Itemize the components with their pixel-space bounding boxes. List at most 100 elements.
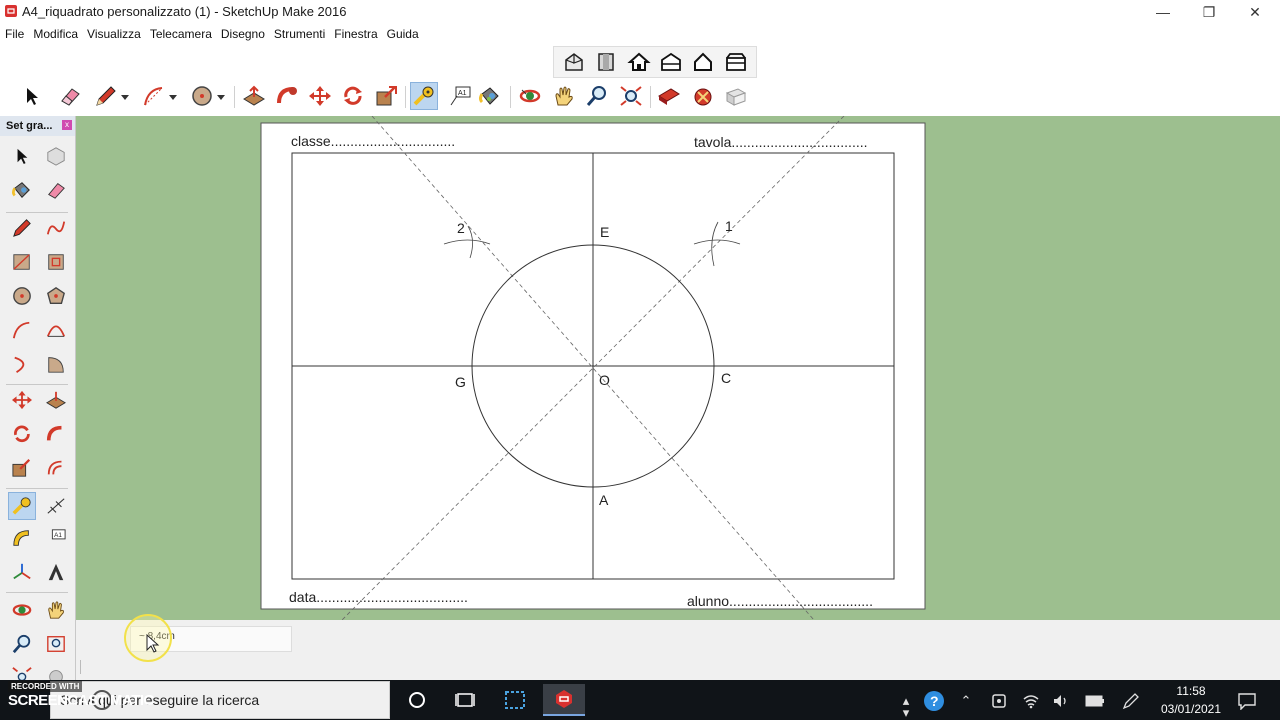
warehouse-icon[interactable] — [655, 82, 683, 110]
menu-visualizza[interactable]: Visualizza — [87, 27, 141, 41]
extension-icon[interactable] — [689, 82, 717, 110]
circle-icon[interactable] — [188, 82, 216, 110]
rotate-icon[interactable] — [339, 82, 367, 110]
eraser-icon[interactable] — [56, 82, 84, 110]
iso-view-icon[interactable] — [562, 51, 586, 73]
volume-icon[interactable] — [1050, 690, 1072, 712]
menu-strumenti[interactable]: Strumenti — [274, 27, 325, 41]
snipping-tool-icon[interactable] — [494, 684, 536, 716]
text-icon[interactable]: A1 — [446, 82, 474, 110]
home-view-icon[interactable] — [627, 51, 651, 73]
pen-workspace-icon[interactable] — [1120, 690, 1142, 712]
mark-label-1: 1 — [725, 218, 733, 234]
menu-file[interactable]: File — [5, 27, 24, 41]
eraser-tool-icon[interactable] — [42, 176, 70, 204]
status-divider — [80, 660, 81, 674]
previous-view-tool-icon[interactable] — [42, 662, 70, 680]
freehand-tool-icon[interactable] — [42, 214, 70, 242]
arc-icon[interactable] — [140, 82, 168, 110]
follow-me-tool-icon[interactable] — [42, 420, 70, 448]
meet-now-icon[interactable] — [988, 690, 1010, 712]
main-toolbar: A1 — [0, 78, 1280, 116]
move-icon[interactable] — [306, 82, 334, 110]
paint-tool-icon[interactable] — [8, 176, 36, 204]
show-hidden-icons-icon[interactable]: ⌃ — [955, 690, 977, 712]
pie-tool-icon[interactable] — [42, 350, 70, 378]
pan-tool-icon[interactable] — [42, 596, 70, 624]
select-icon[interactable] — [18, 82, 46, 110]
toolbar-separator — [234, 86, 235, 108]
circle-tool-icon[interactable] — [8, 282, 36, 310]
rectangle-tool-icon[interactable] — [8, 248, 36, 276]
help-icon[interactable]: ? — [923, 690, 945, 712]
sketchup-window: A4_riquadrato personalizzato (1) - Sketc… — [0, 0, 1280, 720]
zoom-icon[interactable] — [583, 82, 611, 110]
svg-text:A1: A1 — [54, 532, 62, 539]
sketchup-taskbar-icon[interactable] — [543, 684, 585, 716]
offset-tool-icon[interactable] — [42, 454, 70, 482]
left-view-icon[interactable] — [724, 51, 748, 73]
push-pull-tool-icon[interactable] — [42, 386, 70, 414]
orbit-icon[interactable] — [516, 82, 544, 110]
pan-icon[interactable] — [550, 82, 578, 110]
protractor-tool-icon[interactable] — [8, 524, 36, 552]
battery-icon[interactable] — [1084, 690, 1106, 712]
minimize-button[interactable]: — — [1140, 0, 1186, 24]
rotated-rectangle-icon[interactable] — [42, 248, 70, 276]
task-view-icon[interactable] — [444, 684, 486, 716]
zoom-tool-icon[interactable] — [8, 630, 36, 658]
menu-disegno[interactable]: Disegno — [221, 27, 265, 41]
scale-tool-icon[interactable] — [8, 454, 36, 482]
3d-text-tool-icon[interactable] — [42, 558, 70, 586]
move-tool-icon[interactable] — [8, 386, 36, 414]
line-tool-icon[interactable] — [8, 214, 36, 242]
orbit-tool-icon[interactable] — [8, 596, 36, 624]
footer-left-text: data....................................… — [289, 589, 468, 605]
tape-measure-tool-icon[interactable] — [8, 492, 36, 520]
zoom-extents-icon[interactable] — [617, 82, 645, 110]
toolset-header: Set gra... x — [0, 116, 75, 136]
select-tool-icon[interactable] — [8, 142, 36, 170]
text-tool-icon[interactable]: A1 — [42, 524, 70, 552]
menu-modifica[interactable]: Modifica — [33, 27, 78, 41]
polygon-tool-icon[interactable] — [42, 282, 70, 310]
make-component-icon[interactable] — [42, 142, 70, 170]
point-label-g: G — [455, 374, 466, 390]
follow-me-icon[interactable] — [273, 82, 301, 110]
pencil-dropdown-icon[interactable] — [118, 84, 132, 112]
arc-dropdown-icon[interactable] — [166, 84, 180, 112]
wifi-icon[interactable] — [1020, 690, 1042, 712]
menu-finestra[interactable]: Finestra — [334, 27, 377, 41]
front-view-icon[interactable] — [594, 51, 618, 73]
clock-date[interactable]: 03/01/2021 — [1152, 702, 1230, 716]
zoom-window-tool-icon[interactable] — [42, 630, 70, 658]
paint-bucket-icon[interactable] — [476, 82, 504, 110]
rotate-tool-icon[interactable] — [8, 420, 36, 448]
axes-tool-icon[interactable] — [8, 558, 36, 586]
pencil-icon[interactable] — [92, 82, 120, 110]
header-left-text: classe................................ — [291, 133, 455, 149]
drawing-viewport[interactable]: classe................................ t… — [76, 116, 1280, 620]
close-button[interactable]: ✕ — [1232, 0, 1278, 24]
notifications-icon[interactable] — [1236, 690, 1258, 712]
back-view-icon[interactable] — [659, 51, 683, 73]
toolbar-separator — [405, 86, 406, 108]
tape-measure-icon[interactable] — [410, 82, 438, 110]
scroll-down-icon[interactable]: ▾ — [895, 702, 917, 720]
push-pull-icon[interactable] — [240, 82, 268, 110]
two-point-arc-icon[interactable] — [42, 316, 70, 344]
circle-dropdown-icon[interactable] — [214, 84, 228, 112]
zoom-extents-tool-icon[interactable] — [8, 662, 36, 680]
menu-telecamera[interactable]: Telecamera — [150, 27, 212, 41]
clock-time[interactable]: 11:58 — [1160, 684, 1222, 698]
right-view-icon[interactable] — [691, 51, 715, 73]
dimension-tool-icon[interactable] — [42, 492, 70, 520]
scale-icon[interactable] — [373, 82, 401, 110]
toolset-close-button[interactable]: x — [62, 120, 72, 130]
menu-guida[interactable]: Guida — [387, 27, 419, 41]
cortana-icon[interactable] — [396, 684, 438, 716]
three-point-arc-icon[interactable] — [8, 350, 36, 378]
restore-button[interactable]: ❐ — [1186, 0, 1232, 24]
arc-tool-icon[interactable] — [8, 316, 36, 344]
layout-icon[interactable] — [722, 82, 750, 110]
